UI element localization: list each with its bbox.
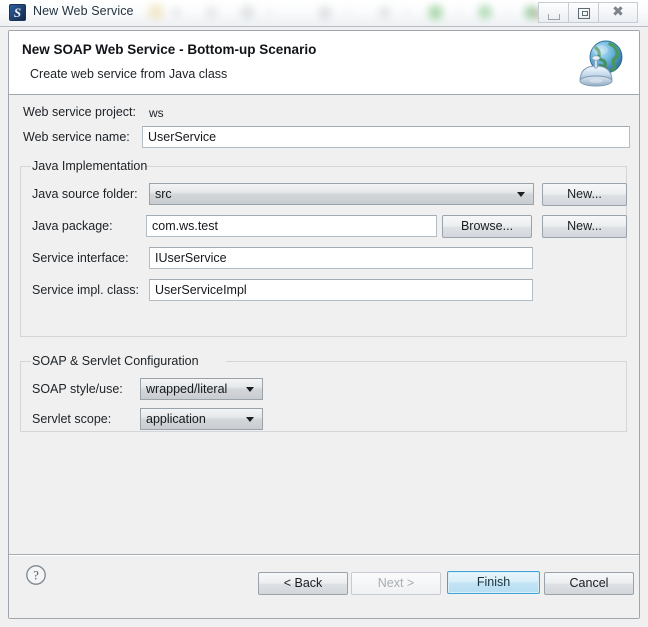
application-icon: S [9, 4, 26, 21]
window-title: New Web Service [33, 4, 134, 18]
page-title: New SOAP Web Service - Bottom-up Scenari… [22, 42, 317, 57]
chevron-down-icon [246, 417, 254, 422]
globe-satellite-icon [579, 40, 623, 87]
window-titlebar[interactable]: S New Web Service ✖ [0, 0, 648, 27]
new-web-service-dialog: S New Web Service ✖ New SOAP Web Service… [0, 0, 648, 627]
servlet-scope-combo[interactable]: application [140, 408, 263, 430]
back-button[interactable]: < Back [258, 572, 348, 595]
java-implementation-legend: Java Implementation [32, 159, 148, 173]
minimize-icon [547, 14, 560, 20]
page-subtitle: Create web service from Java class [30, 67, 228, 81]
minimize-button[interactable] [538, 2, 568, 23]
web-service-name-input[interactable]: UserService [142, 126, 630, 148]
next-button[interactable]: Next > [351, 572, 441, 595]
java-package-browse-button[interactable]: Browse... [442, 215, 532, 238]
chevron-down-icon [517, 192, 525, 197]
soap-style-use-label: SOAP style/use: [32, 382, 123, 396]
java-package-label: Java package: [32, 219, 113, 233]
java-source-folder-new-button[interactable]: New... [542, 183, 627, 206]
app-icon-glyph: S [13, 5, 22, 20]
chevron-down-icon [246, 387, 254, 392]
button-bar-separator [9, 555, 639, 556]
java-source-folder-value: src [155, 187, 172, 201]
maximize-button[interactable] [568, 2, 598, 23]
servlet-scope-label: Servlet scope: [32, 412, 112, 426]
wizard-content: Web service project: ws Web service name… [9, 95, 639, 554]
maximize-icon [577, 8, 590, 19]
web-service-project-value: ws [149, 106, 164, 120]
svg-text:?: ? [33, 569, 39, 583]
service-impl-class-input[interactable]: UserServiceImpl [149, 279, 533, 301]
cancel-button[interactable]: Cancel [544, 572, 634, 595]
service-interface-label: Service interface: [32, 251, 129, 265]
wizard-header: New SOAP Web Service - Bottom-up Scenari… [9, 31, 639, 95]
help-question-icon[interactable]: ? [25, 564, 47, 586]
service-interface-input[interactable]: IUserService [149, 247, 533, 269]
soap-style-use-combo[interactable]: wrapped/literal [140, 378, 263, 400]
java-package-input[interactable]: com.ws.test [146, 215, 437, 237]
servlet-scope-value: application [146, 412, 206, 426]
close-icon: ✖ [612, 4, 624, 20]
java-package-new-button[interactable]: New... [542, 215, 627, 238]
java-source-folder-label: Java source folder: [32, 187, 138, 201]
dialog-frame: New SOAP Web Service - Bottom-up Scenari… [8, 30, 640, 619]
dialog-button-bar: ? < Back Next > Finish Cancel [9, 554, 639, 618]
web-service-project-label: Web service project: [23, 105, 137, 119]
soap-style-use-value: wrapped/literal [146, 382, 228, 396]
soap-servlet-config-legend: SOAP & Servlet Configuration [32, 354, 199, 368]
close-button[interactable]: ✖ [598, 2, 638, 23]
web-service-name-label: Web service name: [23, 130, 130, 144]
service-impl-class-label: Service impl. class: [32, 283, 139, 297]
finish-button[interactable]: Finish [447, 571, 540, 594]
java-source-folder-combo[interactable]: src [149, 183, 534, 205]
